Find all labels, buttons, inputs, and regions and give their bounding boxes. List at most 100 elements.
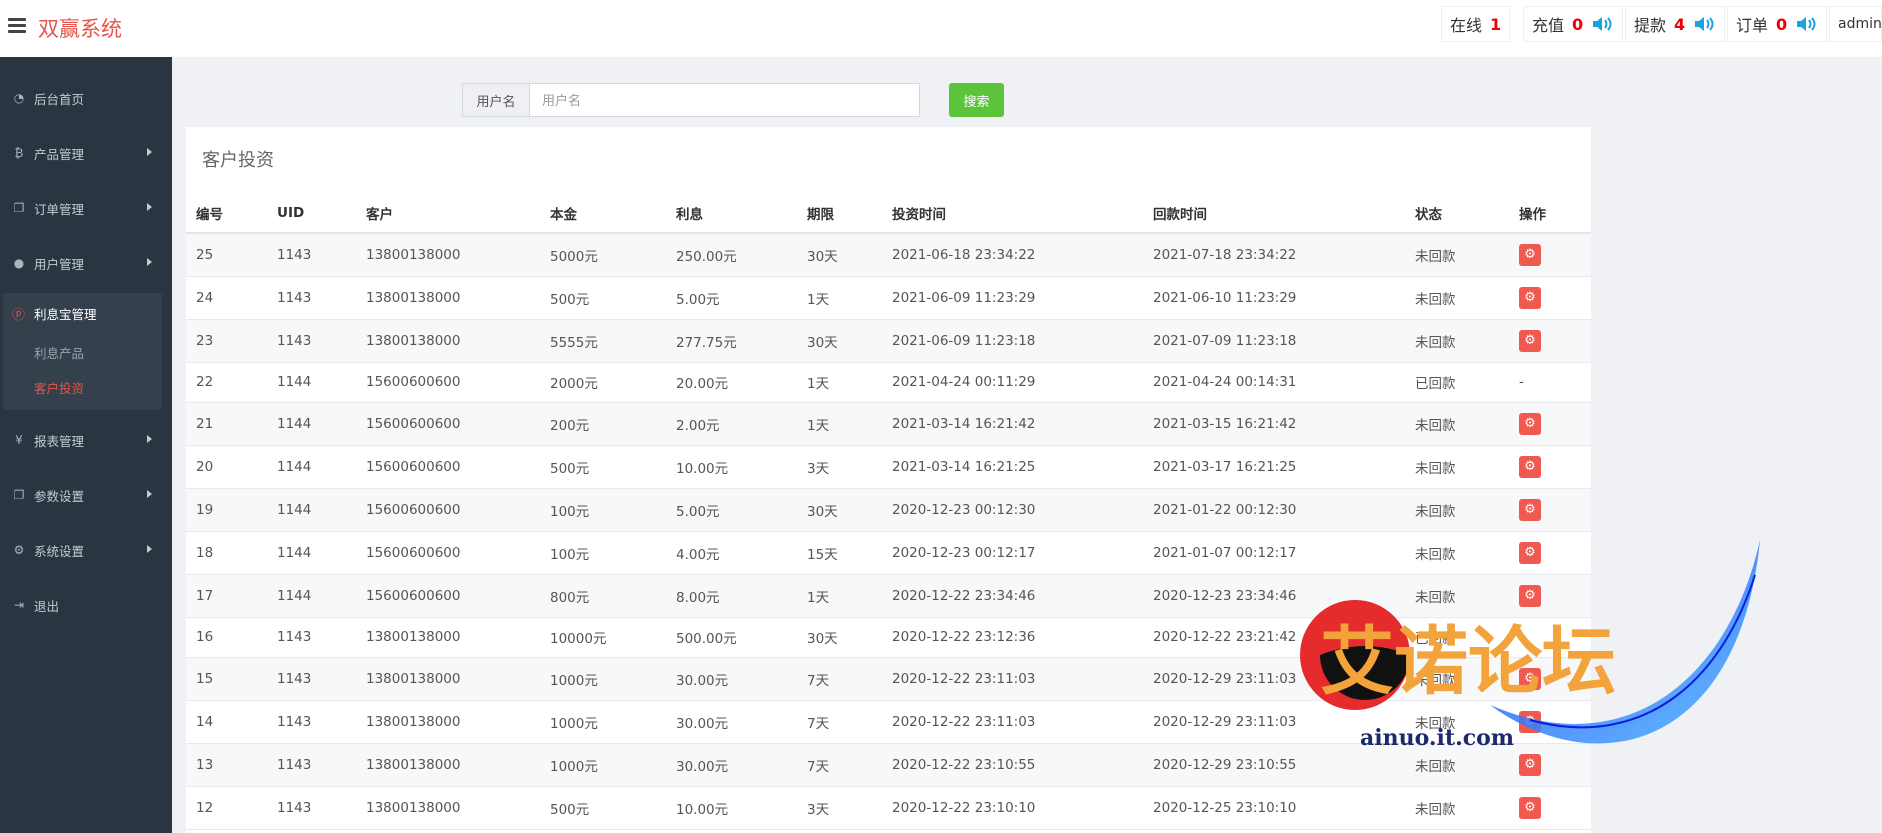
user-menu[interactable]: admin: [1829, 6, 1882, 42]
table-cell: 2021-07-09 11:23:18: [1143, 319, 1405, 363]
table-cell: 未回款: [1405, 657, 1509, 701]
column-header: 操作: [1509, 193, 1591, 234]
sidebar-item-label: 系统设置: [34, 543, 85, 559]
column-header: 本金: [540, 193, 666, 234]
table-cell: 2021-03-17 16:21:25: [1143, 445, 1405, 489]
gear-icon[interactable]: ⚙: [1519, 541, 1541, 564]
username-search-input[interactable]: [530, 84, 919, 116]
table-cell: 1143: [267, 617, 356, 658]
gear-icon[interactable]: ⚙: [1519, 498, 1541, 521]
submenu-customer-investment[interactable]: 客户投资: [34, 378, 84, 397]
table-cell: 8.00元: [666, 574, 797, 618]
sidebar-item-home[interactable]: ◔ 后台首页: [0, 79, 172, 117]
action-cell: ⚙: [1509, 700, 1591, 744]
table-cell: 2000元: [540, 362, 666, 403]
search-button[interactable]: 搜索: [949, 83, 1004, 117]
table-row: 13 1143 13800138000 1000元 30.00元 7天 2020-12-22…: [186, 743, 1591, 787]
table-cell: 未回款: [1405, 488, 1509, 532]
sidebar-item-interest[interactable]: ⓟ 利息宝管理: [3, 293, 162, 333]
online-label: 在线: [1450, 16, 1483, 35]
table-cell: 2020-12-23 23:34:46: [1143, 574, 1405, 618]
table-cell: 4.00元: [666, 531, 797, 575]
table-cell: 13800138000: [356, 700, 540, 744]
sidebar-item-orders[interactable]: ❐ 订单管理: [0, 189, 172, 227]
table-cell: 2020-12-22 23:11:03: [882, 657, 1143, 701]
table-cell: 2020-12-22 23:21:42: [1143, 617, 1405, 658]
table-cell: 2020-12-23 00:12:17: [882, 531, 1143, 575]
table-cell: 1143: [267, 786, 356, 830]
recharge-label: 充值: [1532, 16, 1565, 35]
table-cell: 24: [186, 276, 267, 320]
gear-icon[interactable]: ⚙: [1519, 329, 1541, 352]
bitcoin-icon: ₿: [14, 146, 24, 160]
table-cell: 1000元: [540, 700, 666, 744]
hamburger-menu-icon[interactable]: [8, 18, 26, 34]
table-cell: 500元: [540, 445, 666, 489]
table-cell: 2020-12-22 23:10:10: [882, 786, 1143, 830]
table-cell: 15600600600: [356, 574, 540, 618]
speaker-icon[interactable]: [1694, 15, 1716, 33]
table-cell: 21: [186, 402, 267, 446]
sidebar-item-params[interactable]: ❐ 参数设置: [0, 476, 172, 514]
sidebar-item-users[interactable]: ● 用户管理: [0, 244, 172, 282]
sidebar-item-system[interactable]: ⚙ 系统设置: [0, 531, 172, 569]
table-cell: 2020-12-22 23:34:46: [882, 574, 1143, 618]
table-cell: 2021-06-10 11:23:29: [1143, 276, 1405, 320]
withdraw-stat[interactable]: 提款 4: [1625, 6, 1726, 42]
table-cell: 10000元: [540, 617, 666, 658]
table-cell: 1143: [267, 657, 356, 701]
table-cell: 2020-12-29 23:10:55: [1143, 743, 1405, 787]
table-body: 25 1143 13800138000 5000元 250.00元 30天 2021-06-…: [186, 233, 1591, 830]
table-cell: 2021-04-24 00:14:31: [1143, 362, 1405, 403]
copy-icon: ❐: [13, 201, 25, 215]
table-cell: 13800138000: [356, 233, 540, 277]
sidebar-item-products[interactable]: ₿ 产品管理: [0, 134, 172, 172]
top-bar: 双赢系统 在线 1 充值 0 提款 4 订单 0 admin: [0, 0, 1882, 57]
action-cell: ⚙: [1509, 657, 1591, 701]
gear-icon[interactable]: ⚙: [1519, 286, 1541, 309]
table-cell: 18: [186, 531, 267, 575]
action-cell: ⚙: [1509, 574, 1591, 618]
table-cell: 277.75元: [666, 319, 797, 363]
chevron-right-icon: [147, 490, 152, 498]
table-cell: 500元: [540, 786, 666, 830]
gear-icon[interactable]: ⚙: [1519, 243, 1541, 266]
table-cell: 未回款: [1405, 531, 1509, 575]
recharge-stat[interactable]: 充值 0: [1523, 6, 1624, 42]
chevron-right-icon: [147, 258, 152, 266]
speaker-icon[interactable]: [1796, 15, 1818, 33]
online-stat[interactable]: 在线 1: [1441, 6, 1511, 42]
gear-icon[interactable]: ⚙: [1519, 667, 1541, 690]
action-cell: ⚙: [1509, 402, 1591, 446]
table-cell: 15600600600: [356, 488, 540, 532]
action-cell: ⚙: [1509, 531, 1591, 575]
speaker-icon[interactable]: [1592, 15, 1614, 33]
gear-icon[interactable]: ⚙: [1519, 796, 1541, 819]
gear-icon[interactable]: ⚙: [1519, 412, 1541, 435]
gear-icon[interactable]: ⚙: [1519, 584, 1541, 607]
table-cell: 1天: [797, 402, 882, 446]
table-cell: 2020-12-22 23:11:03: [882, 700, 1143, 744]
action-cell: ⚙: [1509, 786, 1591, 830]
sidebar-item-logout[interactable]: ⇥ 退出: [0, 586, 172, 624]
gear-icon[interactable]: ⚙: [1519, 455, 1541, 478]
table-cell: 15600600600: [356, 362, 540, 403]
table-cell: 未回款: [1405, 700, 1509, 744]
table-cell: 15600600600: [356, 531, 540, 575]
withdraw-label: 提款: [1634, 16, 1667, 35]
action-cell: -: [1509, 362, 1591, 403]
table-cell: 1天: [797, 276, 882, 320]
table-cell: 未回款: [1405, 402, 1509, 446]
table-cell: 2.00元: [666, 402, 797, 446]
table-cell: 7天: [797, 657, 882, 701]
order-stat[interactable]: 订单 0: [1727, 6, 1828, 42]
sidebar-item-reports[interactable]: ¥ 报表管理: [0, 421, 172, 459]
chevron-right-icon: [147, 203, 152, 211]
submenu-interest-products[interactable]: 利息产品: [34, 343, 84, 362]
gear-icon[interactable]: ⚙: [1519, 753, 1541, 776]
action-cell: ⚙: [1509, 743, 1591, 787]
table-cell: 15600600600: [356, 402, 540, 446]
table-cell: 30天: [797, 617, 882, 658]
table-cell: 2020-12-25 23:10:10: [1143, 786, 1405, 830]
gear-icon[interactable]: ⚙: [1519, 710, 1541, 733]
